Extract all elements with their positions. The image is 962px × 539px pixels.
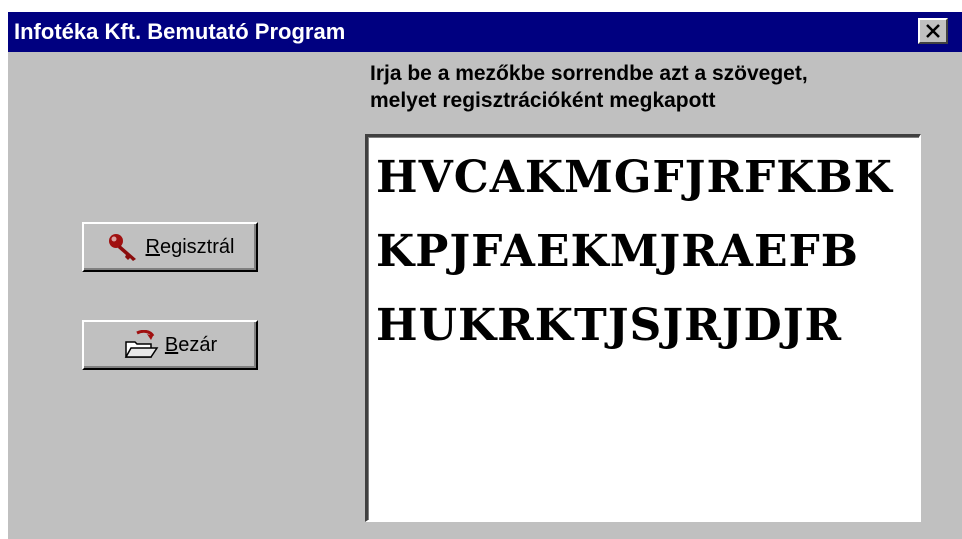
dialog-window: Infotéka Kft. Bemutató Program Irja be a… [8, 12, 962, 539]
registration-code-box[interactable]: HVCAKMGFJRFKBK KPJFAEKMJRAEFB HUKRKTJSJR… [365, 134, 921, 522]
instruction-text: Irja be a mezőkbe sorrendbe azt a szöveg… [370, 60, 962, 114]
code-line-2: KPJFAEKMJRAEFB [376, 226, 859, 277]
window-title: Infotéka Kft. Bemutató Program [14, 19, 346, 44]
register-button[interactable]: Regisztrál [82, 222, 258, 272]
open-folder-icon [123, 330, 159, 360]
close-label-rest: ezár [178, 333, 218, 356]
register-mnemonic: R [145, 235, 160, 258]
key-icon [106, 232, 140, 262]
instruction-line-2: melyet regisztrációként megkapott [370, 89, 716, 112]
code-line-1: HVCAKMGFJRFKBK [376, 152, 893, 203]
register-button-label: Regisztrál [146, 236, 235, 259]
close-button-label: Bezár [165, 334, 217, 357]
code-line-3: HUKRKTJSJRJDJR [376, 300, 843, 351]
title-bar: Infotéka Kft. Bemutató Program [8, 12, 962, 52]
close-button[interactable]: Bezár [82, 320, 258, 370]
register-label-rest: egisztrál [159, 235, 235, 258]
close-mnemonic: B [164, 333, 179, 356]
close-icon [926, 24, 940, 38]
instruction-line-1: Irja be a mezőkbe sorrendbe azt a szöveg… [370, 62, 808, 85]
close-window-button[interactable] [918, 18, 948, 44]
